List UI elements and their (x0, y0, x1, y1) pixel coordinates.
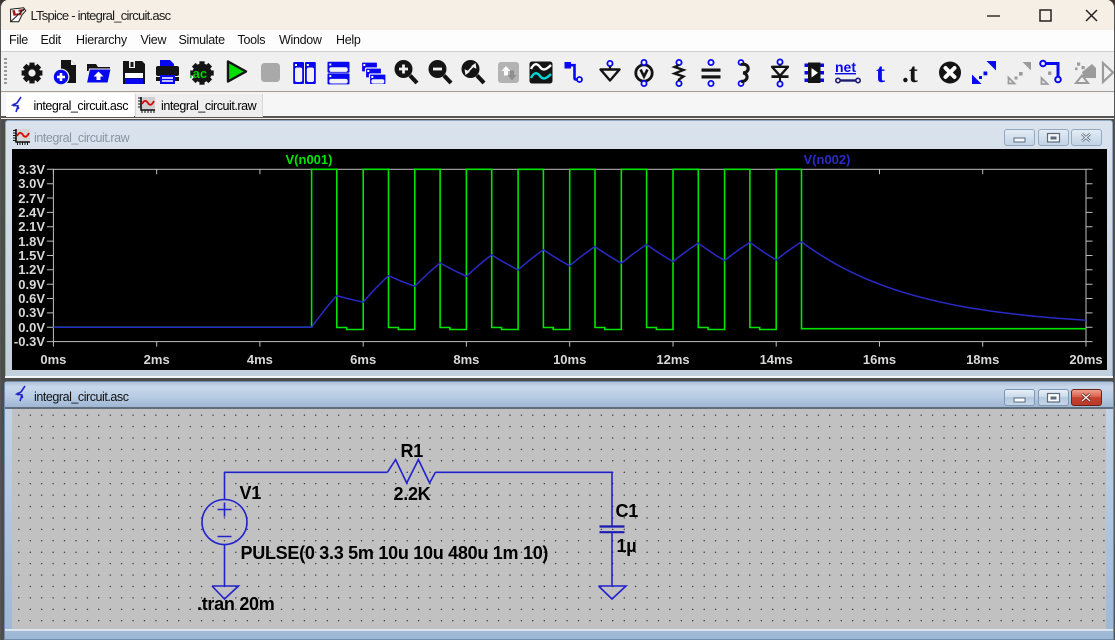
svg-text:.ac: .ac (189, 66, 207, 81)
svg-text:t: t (876, 58, 885, 88)
svg-text:net: net (835, 59, 856, 75)
svg-text:.t: .t (902, 58, 918, 88)
